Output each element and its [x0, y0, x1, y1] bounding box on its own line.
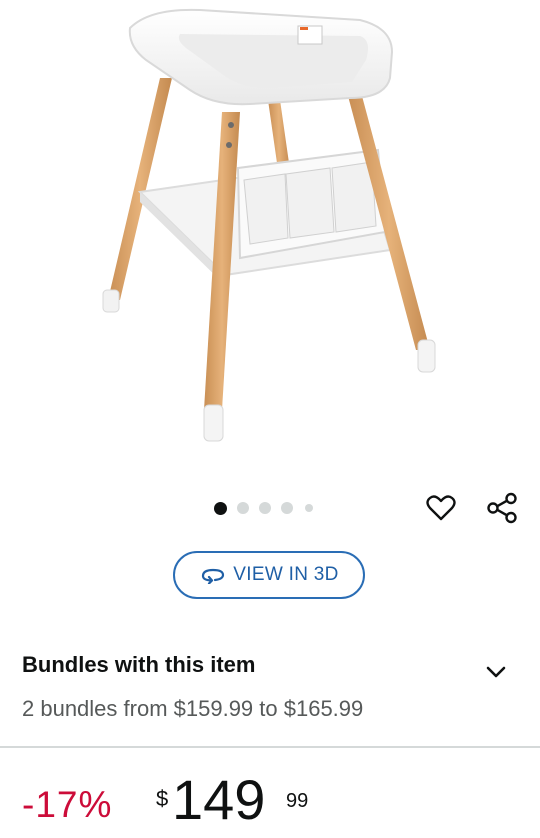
carousel-dot[interactable] [237, 502, 249, 514]
view-in-3d-label: VIEW IN 3D [233, 564, 339, 585]
bundles-expand-button[interactable] [484, 662, 508, 682]
share-icon [487, 492, 517, 524]
carousel-dot-active[interactable] [214, 501, 227, 515]
carousel-dot[interactable] [281, 502, 293, 514]
carousel-indicators[interactable] [214, 500, 323, 516]
share-button[interactable] [484, 490, 520, 526]
price-fraction: 99 [286, 790, 309, 812]
chevron-down-icon [486, 666, 506, 678]
favorite-button[interactable] [423, 490, 459, 526]
discount-percent: -17% [22, 784, 113, 825]
price-whole: 149 [172, 768, 266, 831]
price-currency: $ [156, 786, 169, 811]
bundles-title: Bundles with this item [22, 652, 256, 677]
bundles-section[interactable]: Bundles with this item 2 bundles from $1… [22, 652, 522, 721]
view-in-3d-button[interactable]: VIEW IN 3D [173, 551, 365, 599]
rotate-3d-icon [202, 568, 225, 584]
changing-table-illustration [102, 8, 436, 442]
carousel-dot[interactable] [259, 502, 271, 514]
heart-outline-icon [426, 495, 456, 521]
section-divider [0, 746, 540, 748]
product-image[interactable] [0, 0, 540, 470]
carousel-dot[interactable] [305, 504, 313, 512]
bundles-subtitle: 2 bundles from $159.99 to $165.99 [22, 696, 364, 721]
